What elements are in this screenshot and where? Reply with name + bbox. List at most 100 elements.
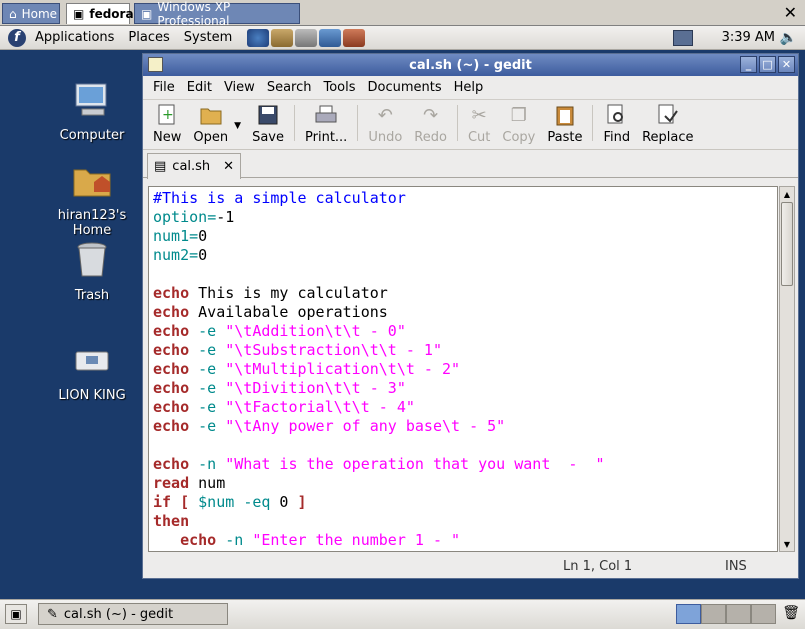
vm-tab-label: fedora — [89, 7, 134, 21]
print-button[interactable]: Print... — [299, 99, 353, 145]
redo-button[interactable]: ↷ Redo — [408, 99, 453, 146]
find-button[interactable]: Find — [597, 99, 636, 145]
code-line: echo -e "\tSubstraction\t\t - 1" — [153, 341, 442, 359]
copy-icon: ❐ — [510, 104, 527, 126]
workspace-4[interactable] — [751, 604, 776, 624]
redo-button-label: Redo — [414, 130, 447, 145]
paste-button[interactable]: Paste — [541, 99, 588, 145]
save-button[interactable]: Save — [246, 99, 290, 145]
menubar: File Edit View Search Tools Documents He… — [143, 76, 798, 100]
cursor-position: Ln 1, Col 1 — [563, 558, 633, 574]
menu-help[interactable]: Help — [448, 80, 490, 95]
toolbar-separator — [456, 105, 458, 141]
menu-documents[interactable]: Documents — [362, 80, 448, 95]
text-file-icon: ▤ — [154, 159, 167, 174]
toolbar: + New Open ▼ Save Print... ↶ Undo ↷ Redo… — [143, 100, 798, 150]
fedora-logo-icon[interactable]: f — [8, 28, 26, 47]
open-button-label: Open — [193, 130, 229, 145]
close-icon[interactable]: ✕ — [778, 56, 795, 73]
top-panel: f Applications Places System 3:39 AM 🔈 — [0, 26, 805, 50]
desktop-icon-home[interactable]: hiran123's Home — [37, 158, 147, 238]
volume-icon[interactable]: 🔈 — [780, 30, 797, 46]
vertical-scrollbar[interactable]: ▲ ▼ — [779, 186, 795, 552]
insert-mode: INS — [725, 558, 747, 574]
text-editor[interactable]: #This is a simple calculator option=-1 num… — [148, 186, 778, 552]
replace-button[interactable]: Replace — [636, 99, 699, 145]
statusbar: Ln 1, Col 1 INS — [143, 554, 798, 578]
cut-button-label: Cut — [467, 130, 491, 145]
usb-drive-icon — [70, 338, 114, 382]
vm-tab-home[interactable]: ⌂ Home — [2, 3, 60, 24]
scissors-icon: ✂ — [471, 104, 487, 126]
undo-icon: ↶ — [377, 104, 393, 126]
undo-button[interactable]: ↶ Undo — [362, 99, 408, 146]
workspace-1[interactable] — [676, 604, 701, 624]
svg-text:+: + — [162, 107, 174, 123]
find-button-label: Find — [603, 130, 631, 145]
vm-tab-bar: ⌂ Home ▣ fedora ▣ Windows XP Professiona… — [0, 0, 805, 28]
menu-edit[interactable]: Edit — [181, 80, 218, 95]
document-tabstrip: ▤ cal.sh ✕ — [143, 150, 798, 179]
undo-button-label: Undo — [368, 130, 403, 145]
workspace-2[interactable] — [701, 604, 726, 624]
cut-button[interactable]: ✂ Cut — [462, 99, 496, 146]
code-content: #This is a simple calculator option=-1 num… — [149, 187, 777, 551]
web-browser-icon[interactable] — [247, 28, 270, 47]
printer-icon — [315, 104, 337, 126]
computer-icon — [70, 78, 114, 122]
open-button[interactable]: Open — [187, 99, 234, 145]
mail-icon[interactable] — [271, 28, 294, 47]
maximize-icon[interactable]: □ — [759, 56, 776, 73]
new-button[interactable]: + New — [147, 99, 187, 145]
workspace-3[interactable] — [726, 604, 751, 624]
menu-view[interactable]: View — [218, 80, 261, 95]
code-line: #This is a simple calculator — [153, 189, 406, 207]
clock[interactable]: 3:39 AM — [722, 30, 775, 45]
menu-places[interactable]: Places — [121, 30, 176, 45]
menu-system[interactable]: System — [177, 30, 239, 45]
paste-button-label: Paste — [547, 130, 583, 145]
text-editor-icon[interactable] — [295, 28, 318, 47]
desktop-icon-label: Trash — [74, 288, 110, 303]
code-line: if [ $num -eq 0 ] — [153, 493, 307, 511]
vm-tab-winxp[interactable]: ▣ Windows XP Professional — [134, 0, 300, 28]
scrollbar-thumb[interactable] — [781, 202, 793, 286]
taskbar-window-button[interactable]: ✎ cal.sh (~) - gedit — [38, 603, 228, 625]
window-title: cal.sh (~) - gedit — [409, 57, 532, 73]
network-icon[interactable] — [673, 29, 693, 46]
vm-close-icon[interactable]: ✕ — [784, 3, 797, 22]
menu-file[interactable]: File — [147, 80, 181, 95]
desktop-icon-trash[interactable]: Trash — [37, 238, 147, 303]
scroll-up-icon[interactable]: ▲ — [780, 187, 794, 201]
gedit-app-icon: ✎ — [47, 606, 58, 622]
office-icon[interactable] — [319, 28, 342, 47]
save-button-label: Save — [252, 130, 285, 145]
menu-applications[interactable]: Applications — [28, 30, 121, 45]
document-tab-label: cal.sh — [172, 159, 211, 174]
desktop-icon-computer[interactable]: Computer — [37, 78, 147, 143]
vm-tab-fedora[interactable]: ▣ fedora — [66, 3, 134, 24]
show-desktop-icon[interactable]: ▣ — [5, 604, 27, 624]
minimize-icon[interactable]: _ — [740, 56, 757, 73]
trash-applet-icon[interactable]: 🗑 — [782, 605, 800, 621]
menu-tools[interactable]: Tools — [317, 80, 361, 95]
bottom-panel: ▣ ✎ cal.sh (~) - gedit 🗑 — [0, 599, 805, 629]
code-line: then — [153, 512, 190, 530]
save-icon — [257, 104, 279, 126]
vm-tab-label: Windows XP Professional — [157, 0, 231, 28]
launcher-group — [247, 28, 366, 47]
vm-machine-icon: ▣ — [73, 7, 85, 21]
desktop-icon-lion-king[interactable]: LION KING — [37, 338, 147, 403]
copy-button[interactable]: ❐ Copy — [496, 99, 541, 146]
window-titlebar[interactable]: cal.sh (~) - gedit _ □ ✕ — [143, 54, 798, 76]
presentation-icon[interactable] — [343, 28, 366, 47]
document-tab[interactable]: ▤ cal.sh ✕ — [147, 153, 241, 179]
open-recent-dropdown-icon[interactable]: ▼ — [234, 121, 246, 131]
scroll-down-icon[interactable]: ▼ — [780, 537, 794, 551]
menu-search[interactable]: Search — [261, 80, 318, 95]
print-button-label: Print... — [305, 130, 348, 145]
tab-close-icon[interactable]: ✕ — [223, 159, 234, 174]
vm-machine-icon: ▣ — [141, 6, 153, 21]
vm-tab-label: Home — [21, 6, 58, 21]
